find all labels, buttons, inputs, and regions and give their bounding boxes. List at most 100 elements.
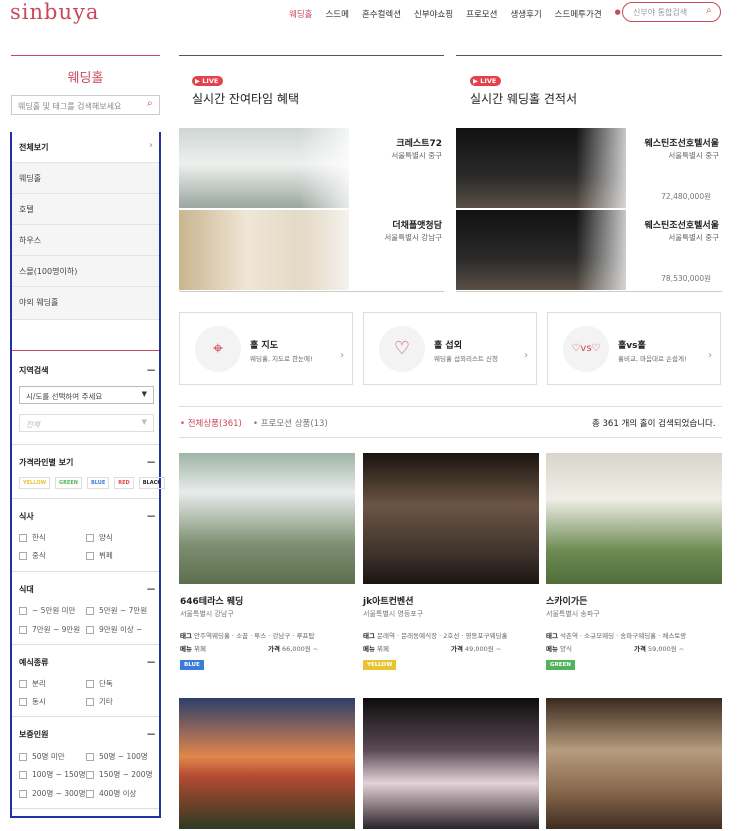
checkbox-icon (19, 679, 27, 688)
price-line-title: 가격라인별 보기 (19, 458, 74, 467)
checkbox-icon (19, 533, 27, 542)
checkbox-guests-200to300[interactable]: 200명 ~ 300명 (19, 788, 85, 799)
nav-promotion[interactable]: 프로모션 (466, 8, 497, 20)
meal-price-title: 식대 (19, 585, 34, 594)
hall-map-card[interactable]: ⌖ 홀 지도 웨딩홀, 지도로 한눈에! › (179, 312, 353, 385)
checkbox-ceremony-separate[interactable]: 분리 (19, 678, 46, 689)
collapse-icon[interactable]: − (146, 728, 156, 740)
menu-label: 메뉴 (363, 645, 375, 653)
live-estimate-item[interactable]: 웨스틴조선호텔서울 서울특별시 중구 72,480,000원 (456, 128, 721, 208)
sidebar-search-icon[interactable]: ⌕ (147, 98, 153, 109)
product-tags: 태그 안주역웨딩홀 · 소꿉 · 투스 · 강남구 · 루프탑 (180, 630, 356, 640)
checkbox-price-over9[interactable]: 9만원 이상 ~ (86, 624, 142, 635)
nav-wedding-hall[interactable]: 웨딩홀 (289, 8, 312, 20)
collapse-icon[interactable]: − (146, 456, 156, 468)
category-hotel[interactable]: 호텔 (12, 194, 159, 225)
checkbox-guests-150to200[interactable]: 150명 ~ 200명 (86, 769, 152, 780)
region-select[interactable]: 시/도를 선택하여 주세요 ▼ (19, 386, 154, 404)
checkbox-icon (19, 625, 27, 634)
checkbox-meal-buffet[interactable]: 뷔페 (86, 550, 113, 561)
checkbox-ceremony-simultaneous[interactable]: 동시 (19, 696, 46, 707)
product-image[interactable] (363, 698, 539, 829)
checkbox-label: 7만원 ~ 9만원 (32, 625, 81, 634)
nav-reviews[interactable]: 생생후기 (510, 8, 541, 20)
category-outdoor[interactable]: 야외 웨딩홀 (12, 287, 159, 320)
checkbox-icon (86, 679, 94, 688)
divider (12, 350, 159, 351)
product-name[interactable]: 스카이가든 (546, 594, 587, 607)
product-price: 가격 49,000원 ~ (451, 643, 501, 653)
product-price: 가격 66,000원 ~ (268, 643, 318, 653)
menu-label: 메뉴 (546, 645, 558, 653)
checkbox-label: 뷔페 (99, 551, 113, 560)
checkbox-ceremony-other[interactable]: 기타 (86, 696, 113, 707)
product-name[interactable]: 646테라스 웨딩 (180, 594, 243, 607)
product-image[interactable] (546, 698, 722, 829)
category-all[interactable]: 전체보기 › (12, 132, 159, 163)
checkbox-icon (86, 697, 94, 706)
estimate-price: 78,530,000원 (661, 274, 711, 283)
collapse-icon[interactable]: − (146, 583, 156, 595)
checkbox-meal-western[interactable]: 양식 (86, 532, 113, 543)
chip-yellow[interactable]: YELLOW (19, 477, 50, 489)
collapse-icon[interactable]: − (146, 364, 156, 376)
divider (12, 498, 159, 499)
feature-desc: 웨딩홀, 지도로 한눈에! (250, 355, 313, 363)
checkbox-label: 기타 (99, 697, 113, 706)
live-remaining-item[interactable]: 크레스트72 서울특별시 중구 (179, 128, 444, 208)
checkbox-label: 50명 미만 (32, 752, 65, 761)
checkbox-label: 동시 (32, 697, 46, 706)
category-house[interactable]: 하우스 (12, 225, 159, 256)
sidebar-search-input[interactable]: 웨딩홀 및 태그를 검색해보세요 (11, 95, 160, 115)
logo[interactable]: sinbuya (10, 0, 99, 24)
tab-promo-products[interactable]: • 프로모션 상품(13) (253, 417, 328, 429)
chip-red[interactable]: RED (114, 477, 134, 489)
product-image[interactable] (179, 453, 355, 584)
hall-compare-card[interactable]: ♡vs♡ 홀vs홀 홀비교, 마음대로 손쉽게! › (547, 312, 721, 385)
collapse-icon[interactable]: − (146, 510, 156, 522)
feature-desc: 웨딩홀 섭외리스트 신청 (434, 355, 498, 363)
live-remaining-item[interactable]: 더채플앳청담 서울특별시 강남구 (179, 210, 444, 290)
product-image[interactable] (179, 698, 355, 829)
district-select-value: 전체 (26, 420, 40, 429)
menu-value: 양식 (560, 645, 573, 653)
checkbox-meal-korean[interactable]: 한식 (19, 532, 46, 543)
checkbox-price-7to9[interactable]: 7만원 ~ 9만원 (19, 624, 80, 635)
checkbox-meal-chinese[interactable]: 중식 (19, 550, 46, 561)
product-name[interactable]: jk아트컨벤션 (363, 594, 413, 607)
live-badge-label: LIVE (480, 77, 497, 85)
category-wedding-hall[interactable]: 웨딩홀 (12, 163, 159, 194)
sidebar-title: 웨딩홀 (67, 71, 104, 86)
checkbox-price-under5[interactable]: ~ 5만원 미만 (19, 605, 75, 616)
checkbox-price-5to7[interactable]: 5만원 ~ 7만원 (86, 605, 147, 616)
tab-all-products[interactable]: • 전체상품(361) (180, 417, 242, 429)
guests-title: 보증인원 (19, 730, 49, 739)
checkbox-guests-under50[interactable]: 50명 미만 (19, 751, 65, 762)
live-estimate-item[interactable]: 웨스틴조선호텔서울 서울특별시 중구 78,530,000원 (456, 210, 721, 290)
chip-blue[interactable]: BLUE (86, 477, 110, 489)
live-estimate-title: 실시간 웨딩홀 견적서 (470, 92, 577, 106)
checkbox-ceremony-exclusive[interactable]: 단독 (86, 678, 113, 689)
chip-black[interactable]: BLACK (138, 477, 166, 489)
product-image[interactable] (363, 453, 539, 584)
district-select[interactable]: 전체 ▼ (19, 414, 154, 432)
checkbox-guests-50to100[interactable]: 50명 ~ 100명 (86, 751, 148, 762)
nav-collection[interactable]: 혼수컬렉션 (362, 8, 401, 20)
tag-label: 태그 (546, 632, 558, 640)
checkbox-guests-100to150[interactable]: 100명 ~ 150명 (19, 769, 85, 780)
collapse-icon[interactable]: − (146, 656, 156, 668)
checkbox-guests-over400[interactable]: 400명 이상 (86, 788, 136, 799)
checkbox-icon (19, 606, 27, 615)
price-value: 49,000원 ~ (465, 645, 502, 653)
search-icon[interactable]: ⌕ (706, 5, 712, 16)
checkbox-icon (19, 697, 27, 706)
hall-booking-card[interactable]: ♡ 홀 섭외 웨딩홀 섭외리스트 신청 › (363, 312, 537, 385)
nav-sdm[interactable]: 스드메 (325, 8, 348, 20)
category-small[interactable]: 스몰(100명이하) (12, 256, 159, 287)
chip-green[interactable]: GREEN (55, 477, 82, 489)
checkbox-icon (19, 770, 27, 779)
product-image[interactable] (546, 453, 722, 584)
chevron-right-icon: › (340, 350, 344, 361)
nav-shopping[interactable]: 신부야쇼핑 (414, 8, 453, 20)
checkbox-icon (19, 551, 27, 560)
